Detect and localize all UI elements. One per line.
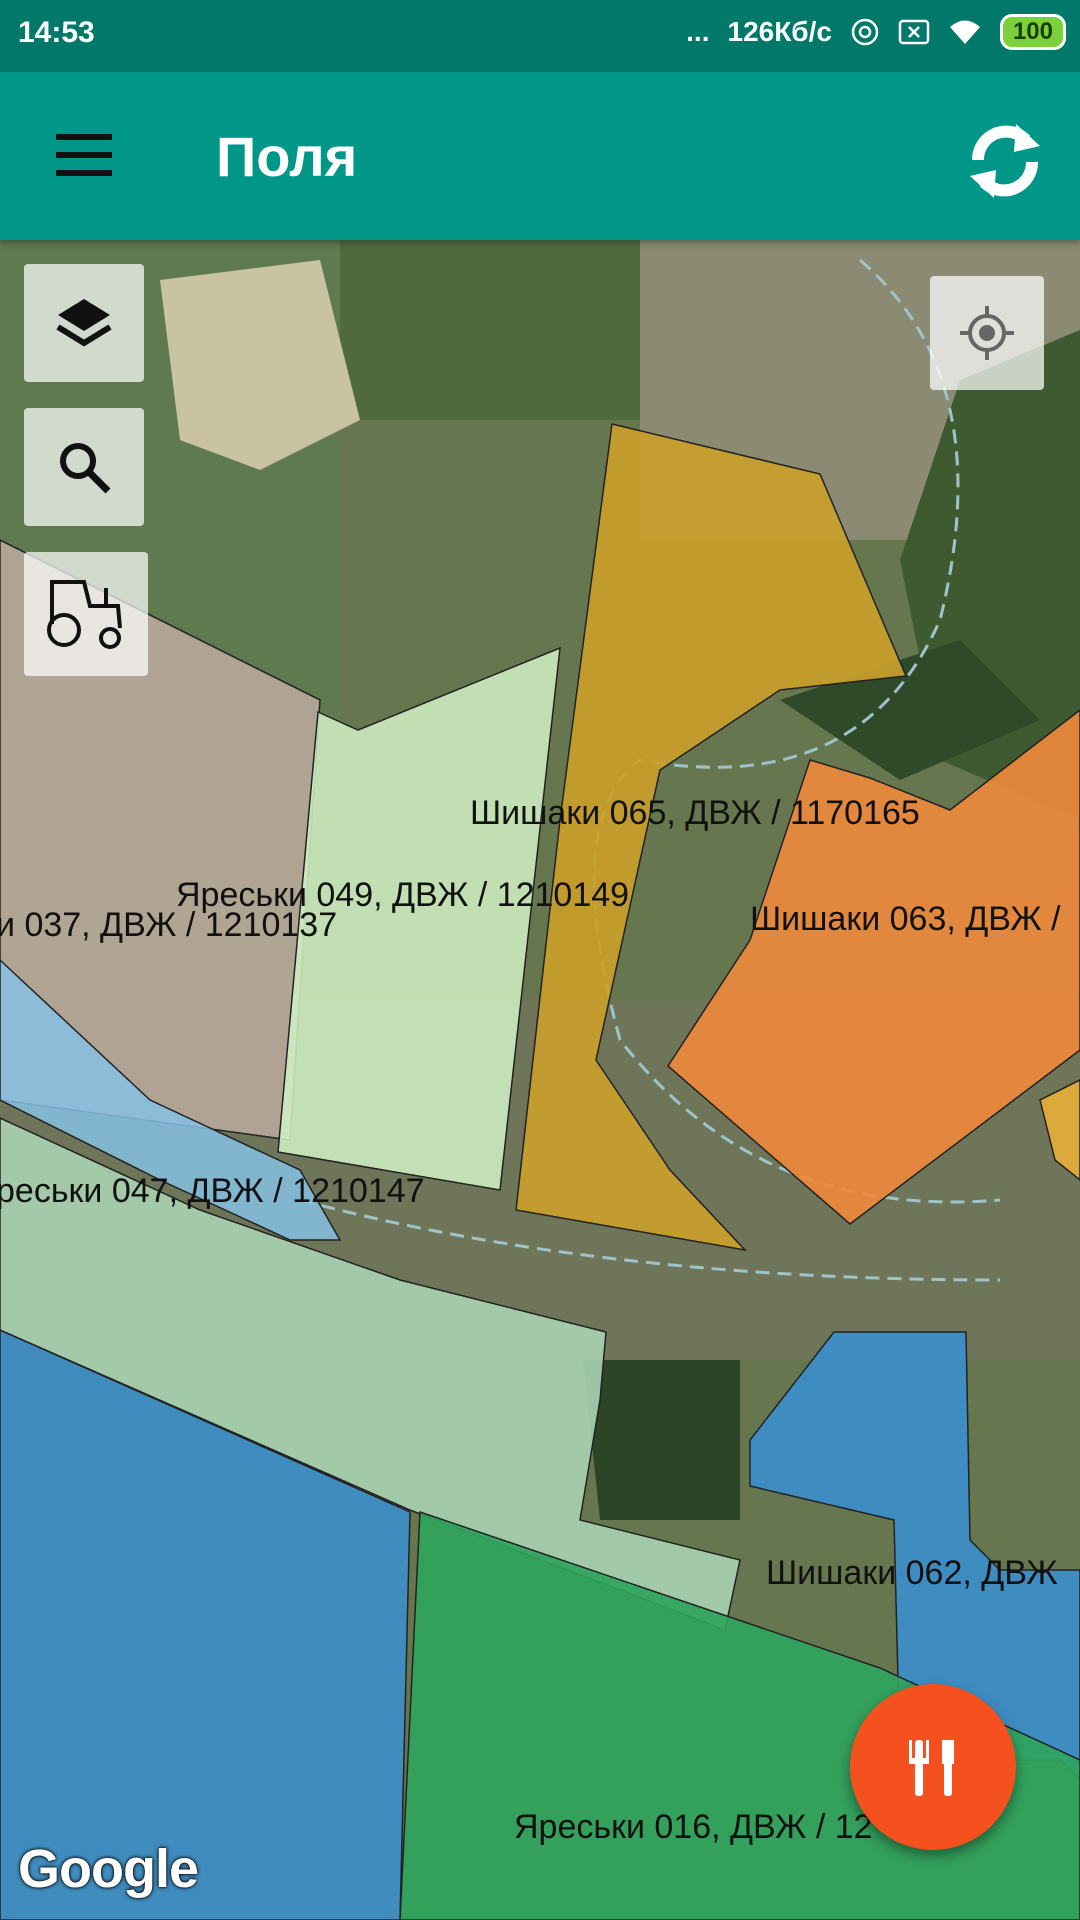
my-location-button[interactable]: [930, 276, 1044, 390]
layers-icon: [56, 299, 112, 347]
map-view[interactable]: Шишаки 065, ДВЖ / 1170165 Яреськи 049, Д…: [0, 240, 1080, 1920]
status-icons: ... 126Кб/с 100: [686, 14, 1066, 50]
field-label: реськи 047, ДВЖ / 1210147: [0, 1172, 425, 1210]
hamburger-menu-icon[interactable]: [48, 128, 120, 182]
hotspot-icon: [851, 18, 879, 46]
search-button[interactable]: [24, 408, 144, 526]
status-dots: ...: [686, 16, 710, 47]
search-icon: [60, 443, 111, 494]
field-label: Шишаки 062, ДВЖ: [766, 1554, 1058, 1592]
sync-icon[interactable]: [960, 116, 1050, 206]
page-title: Поля: [216, 125, 358, 188]
layers-button[interactable]: [24, 264, 144, 382]
network-speed: 126Кб/с: [727, 16, 832, 47]
wifi-icon: [949, 20, 980, 44]
field-label: Шишаки 063, ДВЖ /: [750, 900, 1061, 938]
my-location-icon: [960, 306, 1014, 360]
status-time: 14:53: [18, 16, 95, 49]
tools-icon: [909, 1740, 954, 1796]
field-label: и 037, ДВЖ / 1210137: [0, 906, 338, 944]
field-label: Яреськи 016, ДВЖ / 12: [514, 1808, 873, 1846]
battery-indicator: 100: [999, 14, 1066, 50]
app-bar: Поля: [0, 72, 1080, 240]
google-logo: Google: [18, 1839, 199, 1899]
no-sim-icon: [898, 19, 930, 45]
tools-fab-button[interactable]: [850, 1684, 1016, 1850]
satellite-map[interactable]: [0, 240, 1080, 1920]
tractor-button[interactable]: [24, 552, 148, 676]
tractor-icon: [47, 580, 122, 649]
status-bar: 14:53 ... 126Кб/с 100: [0, 0, 1080, 72]
field-label: Шишаки 065, ДВЖ / 1170165: [470, 794, 920, 832]
